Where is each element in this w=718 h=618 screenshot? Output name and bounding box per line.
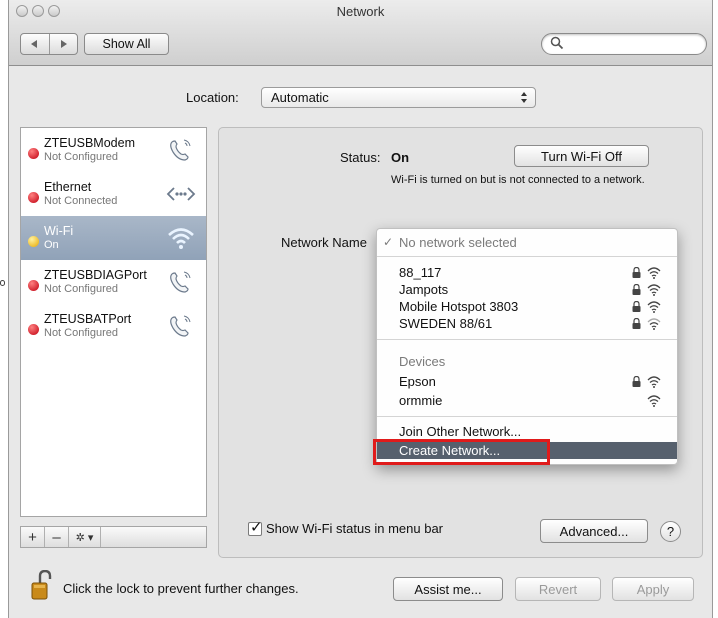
service-status: Not Connected: [44, 195, 118, 207]
service-list-toolbar: + – ✲ ▾: [20, 526, 207, 548]
location-value: Automatic: [271, 90, 329, 105]
wifi-signal-icon: [647, 301, 661, 313]
advanced-button[interactable]: Advanced...: [540, 519, 648, 543]
service-item-ethernet[interactable]: Ethernet Not Connected: [21, 172, 206, 216]
show-wifi-status-option[interactable]: ✓ Show Wi-Fi status in menu bar: [248, 519, 444, 536]
back-button[interactable]: [21, 34, 49, 54]
phone-icon: [170, 315, 191, 337]
wifi-signal-icon: [647, 267, 661, 279]
menu-item-network[interactable]: Jampots: [377, 281, 677, 298]
lock-message: Click the lock to prevent further change…: [63, 581, 299, 596]
menu-separator: [377, 416, 677, 417]
service-item-wifi[interactable]: Wi-Fi On: [21, 216, 206, 260]
service-list: ZTEUSBModem Not Configured Ethernet Not …: [20, 127, 207, 517]
service-status: Not Configured: [44, 283, 118, 295]
highlight-annotation-box: [373, 439, 550, 465]
service-name: ZTEUSBModem: [44, 136, 135, 150]
wifi-signal-icon: [647, 284, 661, 296]
ethernet-icon: [166, 187, 196, 201]
service-item-zteusbmodem[interactable]: ZTEUSBModem Not Configured: [21, 128, 206, 172]
turn-wifi-off-button[interactable]: Turn Wi-Fi Off: [514, 145, 649, 167]
status-dot: [28, 192, 39, 203]
search-field[interactable]: [541, 33, 707, 55]
forward-arrow-icon: [60, 40, 67, 48]
service-name: ZTEUSBATPort: [44, 312, 132, 326]
service-name: ZTEUSBDIAGPort: [44, 268, 147, 282]
wifi-icon: [168, 228, 194, 249]
location-select[interactable]: Automatic: [261, 87, 536, 108]
network-name-menu: ✓ No network selected 88_117 Jampots Mob…: [376, 228, 678, 465]
status-description: Wi-Fi is turned on but is not connected …: [391, 174, 645, 186]
lock-icon: [632, 376, 641, 387]
left-edge-mark: [0, 280, 5, 286]
apply-button[interactable]: Apply: [612, 577, 694, 601]
wifi-signal-icon: [647, 395, 661, 407]
status-value: On: [391, 150, 410, 165]
updown-arrows-icon: [521, 92, 527, 103]
assist-me-button[interactable]: Assist me...: [393, 577, 503, 601]
service-name: Ethernet: [44, 180, 92, 194]
phone-icon: [170, 271, 191, 293]
lock-icon: [632, 284, 641, 295]
wifi-signal-icon: [647, 376, 661, 388]
menu-item-no-network[interactable]: ✓ No network selected: [377, 234, 677, 251]
remove-service-button[interactable]: –: [45, 527, 69, 547]
service-status: Not Configured: [44, 151, 118, 163]
network-name-label: Network Name: [281, 235, 367, 250]
menu-item-network[interactable]: Mobile Hotspot 3803: [377, 298, 677, 315]
search-icon: [550, 36, 564, 50]
status-dot: [28, 280, 39, 291]
title-bar: Network Show All: [9, 0, 712, 66]
menu-item-network[interactable]: SWEDEN 88/61: [377, 315, 677, 332]
service-status: On: [44, 239, 59, 251]
wifi-signal-icon: [647, 318, 661, 330]
phone-icon: [170, 139, 191, 161]
status-dot: [28, 236, 39, 247]
status-dot: [28, 324, 39, 335]
back-forward-control: [20, 33, 78, 55]
revert-button[interactable]: Revert: [515, 577, 601, 601]
lock-icon: [632, 301, 641, 312]
show-wifi-status-checkbox[interactable]: ✓: [248, 519, 263, 536]
show-all-button[interactable]: Show All: [84, 33, 169, 55]
status-label: Status:: [340, 150, 381, 165]
forward-button[interactable]: [48, 34, 78, 54]
menu-separator: [377, 256, 677, 257]
add-service-button[interactable]: +: [21, 527, 45, 547]
menu-item-device[interactable]: Epson: [377, 373, 677, 390]
lock-icon: [632, 318, 641, 329]
help-button[interactable]: ?: [660, 521, 681, 542]
action-gear-button[interactable]: ✲ ▾: [69, 527, 101, 547]
service-item-zteusbatport[interactable]: ZTEUSBATPort Not Configured: [21, 304, 206, 348]
service-item-zteusbdiagport[interactable]: ZTEUSBDIAGPort Not Configured: [21, 260, 206, 304]
menu-item-join-other-network[interactable]: Join Other Network...: [377, 423, 677, 440]
service-name: Wi-Fi: [44, 224, 74, 238]
location-label: Location:: [186, 90, 239, 105]
menu-separator: [377, 339, 677, 340]
lock-open-icon[interactable]: [31, 570, 53, 600]
show-wifi-status-label: Show Wi-Fi status in menu bar: [266, 521, 444, 536]
menu-section-devices: Devices: [399, 354, 446, 369]
menu-item-device[interactable]: ormmie: [377, 392, 677, 409]
lock-icon: [632, 267, 641, 278]
checkmark-icon: ✓: [383, 235, 394, 249]
back-arrow-icon: [31, 40, 38, 48]
menu-item-network[interactable]: 88_117: [377, 264, 677, 281]
service-status: Not Configured: [44, 327, 118, 339]
checkmark-icon: ✓: [250, 518, 263, 536]
status-dot: [28, 148, 39, 159]
window-title: Network: [336, 4, 385, 19]
